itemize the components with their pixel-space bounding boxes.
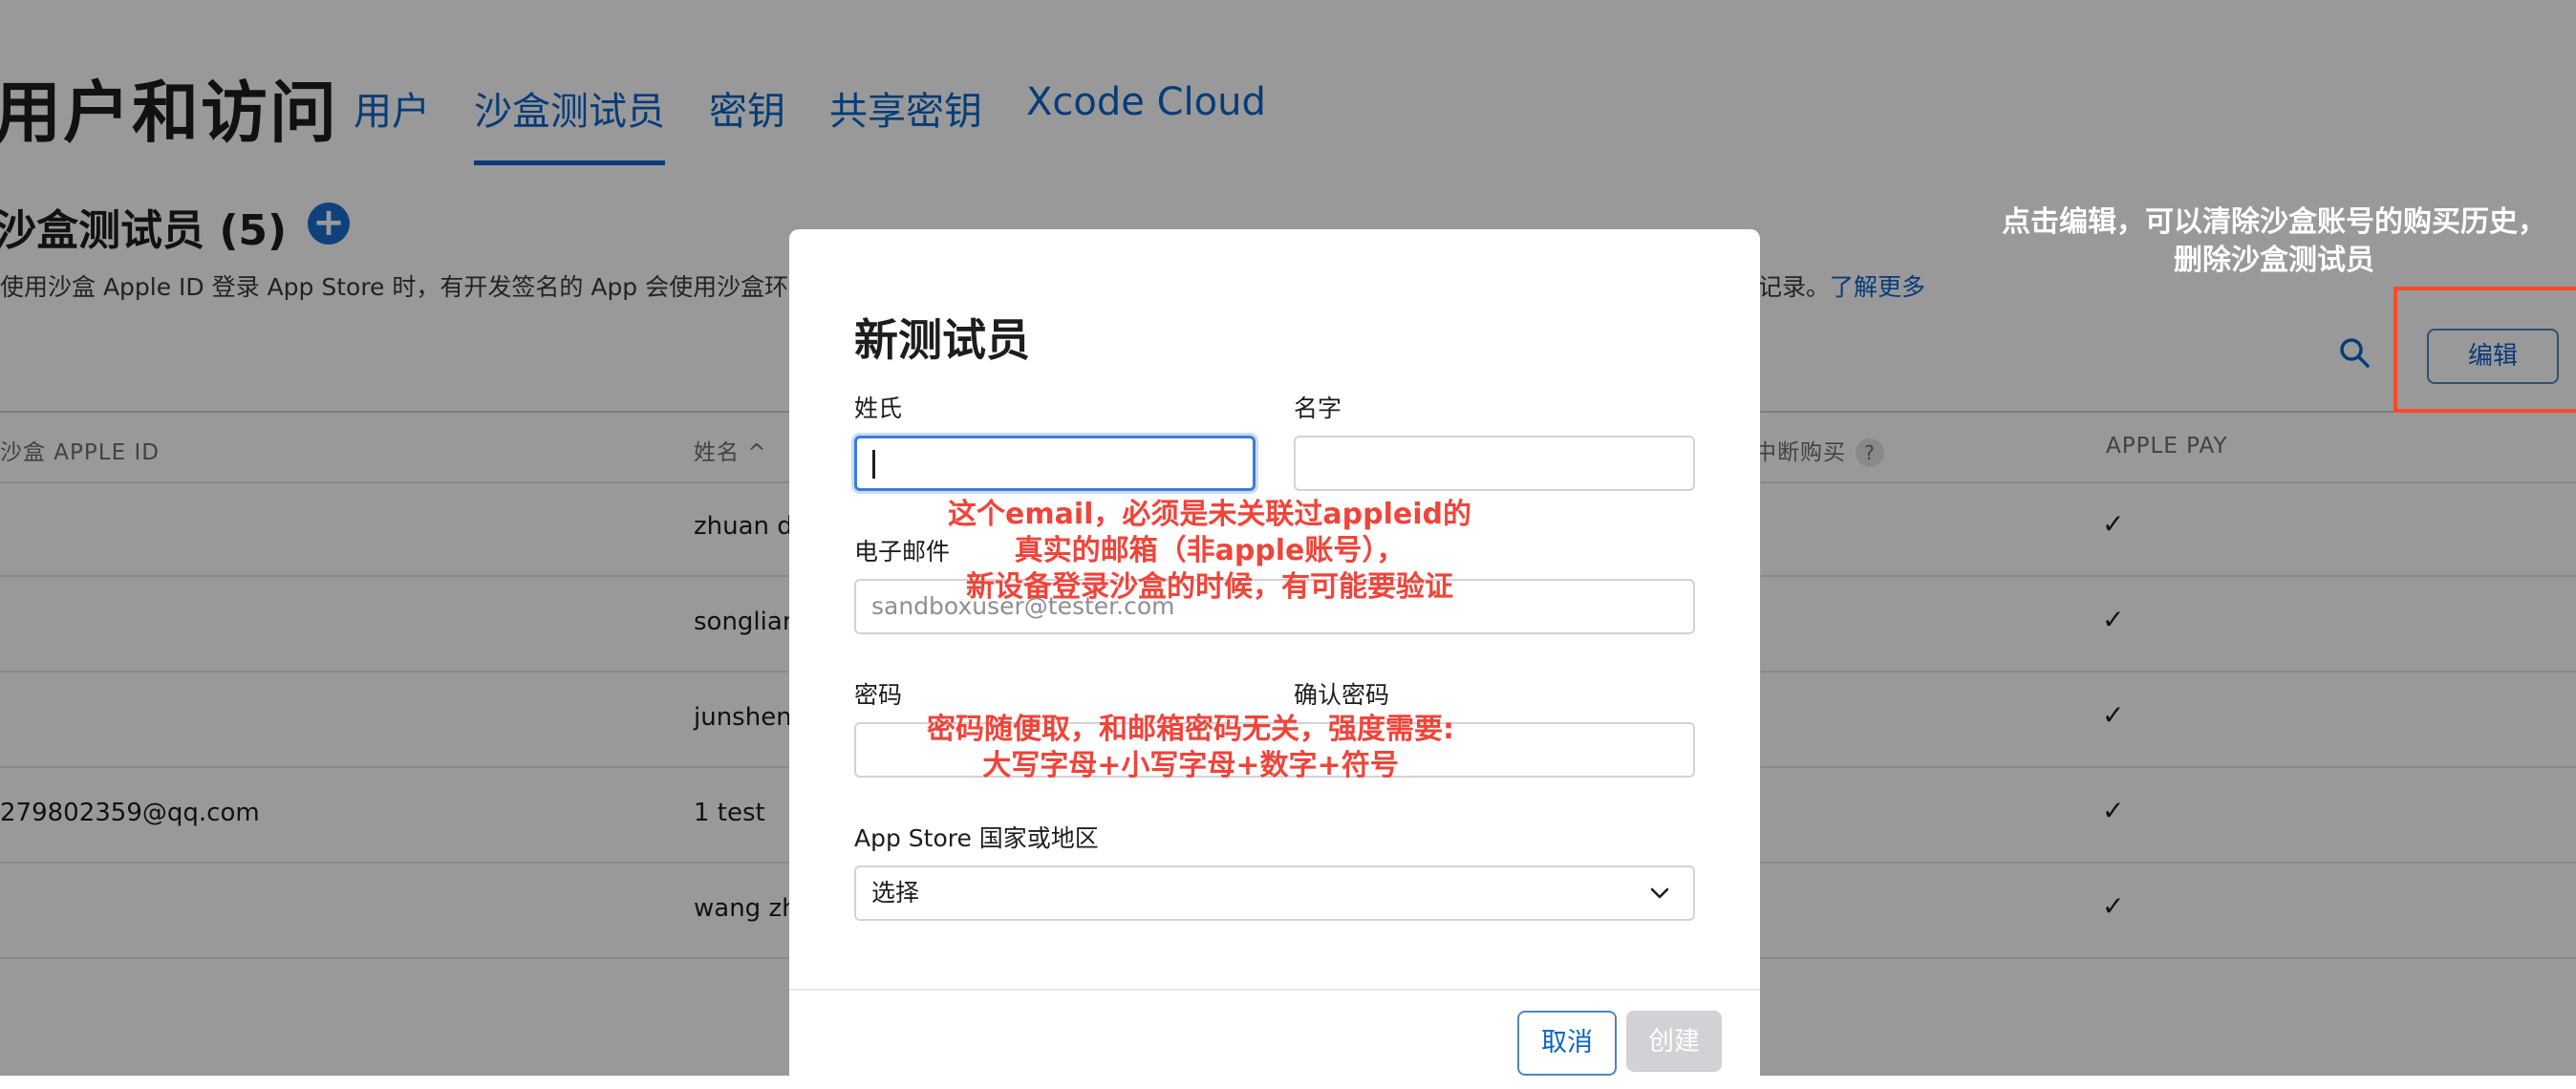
cancel-button[interactable]: 取消 [1517,1011,1617,1076]
first-name-input[interactable] [1294,436,1695,491]
region-select[interactable]: 选择 [854,865,1695,921]
email-annotation-line: 这个email，必须是未关联过appleid的 [948,498,1471,531]
dialog-title: 新测试员 [854,314,1030,366]
confirm-password-label: 确认密码 [1294,681,1390,709]
chevron-down-icon [1650,887,1669,899]
email-annotation-line: 真实的邮箱（非apple账号）， [1014,534,1406,567]
password-label: 密码 [854,681,903,709]
edit-annotation: 点击编辑，可以清除沙盒账号的购买历史， 删除沙盒测试员 [1968,203,2576,280]
last-name-label: 姓氏 [854,395,903,422]
password-annotation: 密码随便取，和邮箱密码无关，强度需要: 大写字母+小写字母+数字+符号 [875,712,1506,784]
region-label: App Store 国家或地区 [854,824,1099,852]
password-annotation-line: 大写字母+小写字母+数字+符号 [982,749,1399,782]
edit-annotation-line: 删除沙盒测试员 [2174,244,2374,277]
region-select-value: 选择 [871,879,920,907]
sandbox-testers-page: 用户和访问 用户 沙盒测试员 密钥 共享密钥 Xcode Cloud 沙盒测试员… [0,0,2576,1089]
last-name-input[interactable] [854,436,1256,491]
email-annotation: 这个email，必须是未关联过appleid的 真实的邮箱（非apple账号），… [894,497,1525,606]
dialog-footer [789,989,1760,991]
first-name-label: 名字 [1294,395,1342,422]
new-tester-dialog: 新测试员 姓氏 名字 电子邮件 sandboxuser@tester.com 密… [789,229,1760,1089]
edit-annotation-line: 点击编辑，可以清除沙盒账号的购买历史， [2002,205,2546,239]
edit-highlight-box [2394,287,2576,413]
text-caret [872,450,875,479]
email-annotation-line: 新设备登录沙盒的时候，有可能要验证 [966,570,1453,604]
password-annotation-line: 密码随便取，和邮箱密码无关，强度需要: [927,713,1454,746]
create-button[interactable]: 创建 [1626,1011,1722,1072]
